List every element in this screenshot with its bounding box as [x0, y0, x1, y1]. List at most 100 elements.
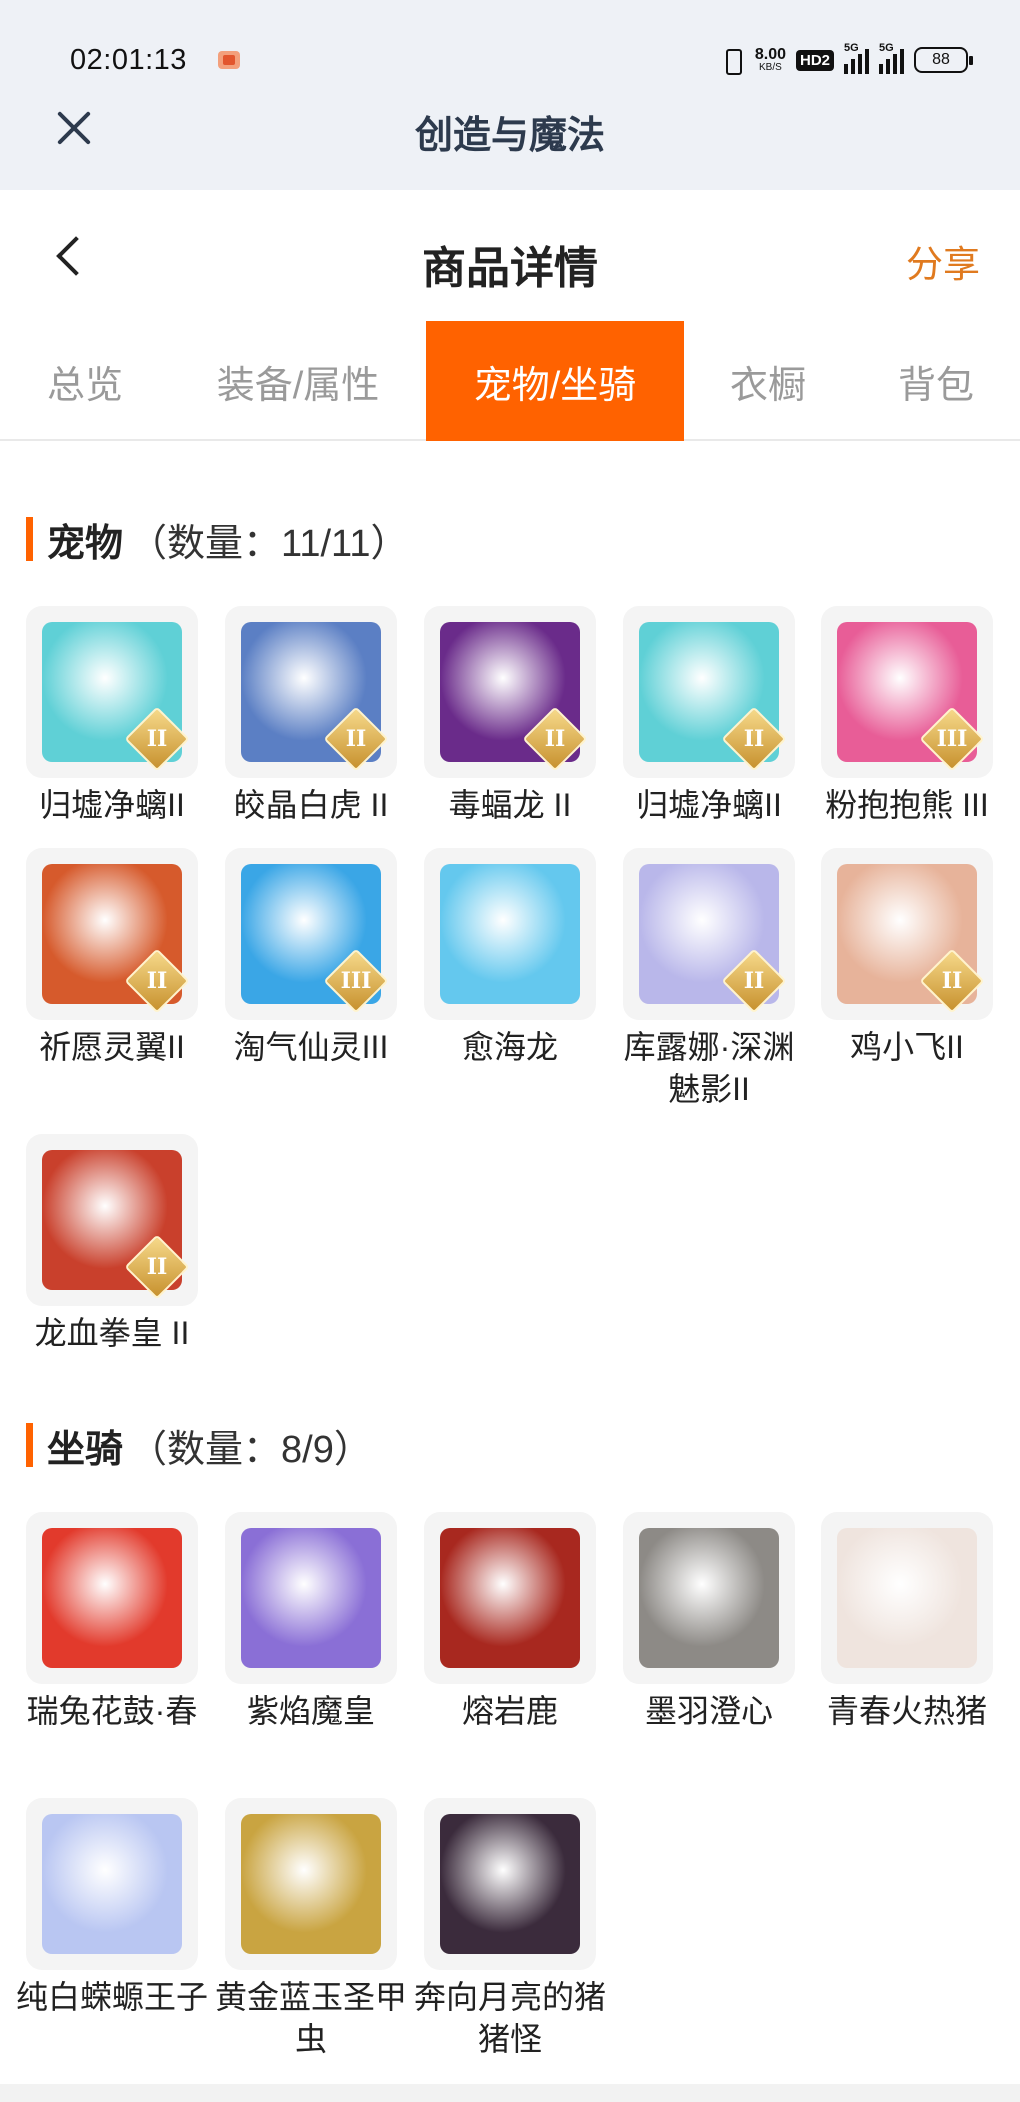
mount-item[interactable]: 黄金蓝玉圣甲虫 — [211, 1798, 411, 2060]
mini-app-title: 创造与魔法 — [414, 115, 605, 157]
section-marker — [26, 1423, 33, 1467]
mount-thumbnail — [225, 1512, 397, 1684]
mount-label: 青春火热猪 — [826, 1693, 987, 1729]
pet-thumbnail: II — [26, 848, 198, 1020]
pet-item[interactable]: II 归墟净螭II — [12, 606, 212, 826]
tab-backpack[interactable]: 背包 — [852, 321, 1020, 441]
mount-label: 墨羽澄心 — [644, 1693, 773, 1729]
mount-label: 纯白蝾螈王子 — [15, 1979, 208, 2015]
pet-label: 皎晶白虎 II — [233, 787, 389, 823]
game-notification-icon — [218, 51, 240, 69]
pet-item[interactable]: II 鸡小飞II — [807, 848, 1007, 1068]
status-bar: 02:01:13 8.00 KB/S HD2 5G 5G 88 — [0, 0, 1020, 110]
pet-thumbnail: II — [623, 606, 795, 778]
mount-thumbnail — [821, 1512, 993, 1684]
network-speed-unit: KB/S — [759, 62, 782, 73]
mount-item[interactable]: 墨羽澄心 — [609, 1512, 809, 1732]
mount-item[interactable]: 青春火热猪 — [807, 1512, 1007, 1732]
signal-label-2: 5G — [879, 42, 894, 54]
battery-icon: 88 — [914, 47, 973, 73]
pet-label: 愈海龙 — [461, 1029, 558, 1065]
mount-label: 瑞兔花鼓·春 — [26, 1693, 198, 1729]
battery-level: 88 — [932, 51, 950, 68]
mount-thumbnail — [424, 1798, 596, 1970]
pet-label: 库露娜·深渊魅影II — [623, 1029, 795, 1107]
pet-item[interactable]: III 粉抱抱熊 III — [807, 606, 1007, 826]
pet-item[interactable]: II 毒蝠龙 II — [410, 606, 610, 826]
back-icon[interactable] — [50, 234, 90, 278]
pig-icon — [837, 1528, 977, 1668]
pet-label: 归墟净螭II — [39, 787, 185, 823]
mount-label: 奔向月亮的猪猪怪 — [413, 1979, 606, 2057]
section-marker — [26, 517, 33, 561]
mount-thumbnail — [26, 1798, 198, 1970]
page-title: 商品详情 — [422, 244, 598, 293]
share-button[interactable]: 分享 — [906, 234, 980, 288]
mount-item[interactable]: 熔岩鹿 — [410, 1512, 610, 1732]
signal-icon-1: 5G — [844, 42, 869, 74]
mount-thumbnail — [225, 1798, 397, 1970]
mount-item[interactable]: 瑞兔花鼓·春 — [12, 1512, 212, 1732]
pets-section-title: 宠物 （数量：11/11） — [26, 516, 408, 565]
status-icons: 8.00 KB/S HD2 5G 5G 88 — [719, 42, 973, 78]
mount-thumbnail — [623, 1512, 795, 1684]
tab-equipment[interactable]: 装备/属性 — [170, 321, 426, 441]
purple-phoenix-icon — [241, 1528, 381, 1668]
top-area: 02:01:13 8.00 KB/S HD2 5G 5G 88 创造与魔法 — [0, 0, 1020, 190]
pet-item[interactable]: II 库露娜·深渊魅影II — [609, 848, 809, 1110]
tab-pets-mounts[interactable]: 宠物/坐骑 — [426, 321, 684, 441]
mount-label: 黄金蓝玉圣甲虫 — [214, 1979, 407, 2057]
mount-label: 紫焰魔皇 — [246, 1693, 375, 1729]
pet-item[interactable]: 愈海龙 — [410, 848, 610, 1068]
mounts-section-name: 坐骑 — [47, 1428, 124, 1471]
pet-item[interactable]: II 皎晶白虎 II — [211, 606, 411, 826]
pets-section-name: 宠物 — [47, 522, 124, 565]
signal-label-1: 5G — [844, 42, 859, 54]
pet-thumbnail: III — [225, 848, 397, 1020]
scarab-icon — [241, 1814, 381, 1954]
pet-item[interactable]: II 龙血拳皇 II — [12, 1134, 212, 1354]
pet-item[interactable]: II 归墟净螭II — [609, 606, 809, 826]
bottom-bar — [0, 2084, 1020, 2102]
mount-label: 熔岩鹿 — [461, 1693, 558, 1729]
vibrate-icon — [719, 47, 745, 75]
network-speed-value: 8.00 — [754, 46, 786, 63]
pet-label: 粉抱抱熊 III — [825, 787, 989, 823]
ink-sword-icon — [639, 1528, 779, 1668]
page-header: 商品详情 分享 — [0, 190, 1020, 320]
pet-label: 鸡小飞II — [850, 1029, 964, 1065]
network-speed: 8.00 KB/S — [755, 47, 786, 73]
pet-label: 龙血拳皇 II — [34, 1315, 190, 1351]
status-time: 02:01:13 — [70, 44, 187, 76]
drum-rabbit-icon — [42, 1528, 182, 1668]
tab-wardrobe[interactable]: 衣橱 — [684, 321, 852, 441]
pet-label: 祈愿灵翼II — [39, 1029, 185, 1065]
tab-bar: 总览 装备/属性 宠物/坐骑 衣橱 背包 — [0, 321, 1020, 441]
mount-item[interactable]: 纯白蝾螈王子 — [12, 1798, 212, 2018]
pet-thumbnail: II — [424, 606, 596, 778]
mini-app-header: 创造与魔法 — [0, 98, 1020, 160]
sea-dragon-icon — [440, 864, 580, 1004]
pet-thumbnail: II — [225, 606, 397, 778]
pets-section-count: （数量：11/11） — [129, 522, 409, 565]
axolotl-icon — [42, 1814, 182, 1954]
pet-thumbnail: III — [821, 606, 993, 778]
pet-thumbnail — [424, 848, 596, 1020]
mounts-section-title: 坐骑 （数量：8/9） — [26, 1422, 372, 1471]
moon-pig-icon — [440, 1814, 580, 1954]
pet-item[interactable]: II 祈愿灵翼II — [12, 848, 212, 1068]
mount-item[interactable]: 紫焰魔皇 — [211, 1512, 411, 1732]
hd-voice-icon: HD2 — [795, 49, 834, 71]
mount-item[interactable]: 奔向月亮的猪猪怪 — [410, 1798, 610, 2060]
tab-overview[interactable]: 总览 — [0, 321, 170, 441]
mount-thumbnail — [424, 1512, 596, 1684]
mounts-section-count: （数量：8/9） — [129, 1428, 372, 1471]
pet-thumbnail: II — [623, 848, 795, 1020]
pet-item[interactable]: III 淘气仙灵III — [211, 848, 411, 1068]
lava-deer-icon — [440, 1528, 580, 1668]
mount-thumbnail — [26, 1512, 198, 1684]
pet-thumbnail: II — [26, 1134, 198, 1306]
signal-icon-2: 5G — [879, 42, 904, 74]
pet-thumbnail: II — [26, 606, 198, 778]
pet-label: 淘气仙灵III — [233, 1029, 389, 1065]
